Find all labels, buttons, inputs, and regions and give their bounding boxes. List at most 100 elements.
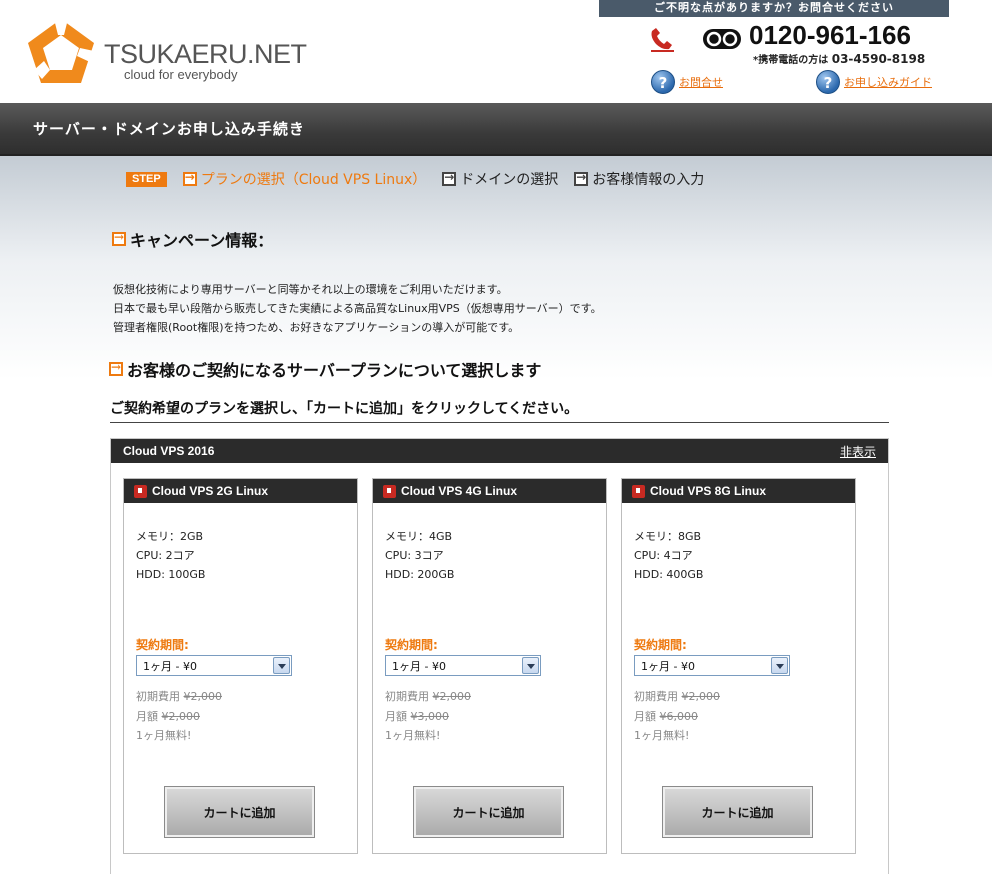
page-title: サーバー・ドメインお申し込み手続き [33, 120, 305, 138]
plan-specs: メモリ：8GB CPU: 4コア HDD: 400GB [634, 527, 703, 584]
plan-name: Cloud VPS 4G Linux [401, 484, 518, 498]
arrow-right-icon [112, 230, 126, 246]
phone-icon [651, 28, 674, 52]
add-to-cart-button[interactable]: カートに追加 [164, 786, 315, 838]
step-customer-info: お客様情報の入力 [574, 169, 704, 189]
spec-cpu: CPU: 3コア [385, 549, 444, 562]
mobile-number-line: *携帯電話の方は 03-4590-8198 [753, 51, 925, 66]
spec-memory: メモリ：8GB [634, 530, 702, 543]
initial-fee-price: ¥2,000 [432, 690, 472, 703]
promo-text: 1ヶ月無料! [136, 729, 192, 742]
contract-period-value: 1ヶ月 - ¥0 [143, 659, 197, 673]
contract-period-label: 契約期間: [385, 638, 438, 652]
chevron-down-icon[interactable] [273, 657, 290, 674]
initial-fee-label: 初期費用 [385, 690, 429, 703]
initial-fee-label: 初期費用 [136, 690, 180, 703]
contract-period-select[interactable]: 1ヶ月 - ¥0 [136, 655, 292, 676]
plan-specs: メモリ：4GB CPU: 3コア HDD: 200GB [385, 527, 454, 584]
spec-memory: メモリ：2GB [136, 530, 204, 543]
initial-fee-label: 初期費用 [634, 690, 678, 703]
campaign-description: 仮想化技術により専用サーバーと同等かそれ以上の環境をご利用いただけます。 日本で… [113, 280, 602, 337]
contract-period-value: 1ヶ月 - ¥0 [641, 659, 695, 673]
monthly-fee-price: ¥3,000 [410, 709, 450, 723]
add-to-cart-button[interactable]: カートに追加 [662, 786, 813, 838]
contract-period-label: 契約期間: [136, 638, 189, 652]
step-domain-selection: ドメインの選択 [442, 169, 558, 189]
logo-pentagon-icon [28, 19, 94, 83]
plan-card: Cloud VPS 8G Linux メモリ：8GB CPU: 4コア HDD:… [621, 478, 856, 854]
monthly-fee-label: 月額 [136, 709, 158, 723]
monthly-fee-label: 月額 [385, 709, 407, 723]
site-header: TSUKAERU.NET cloud for everybody ご不明な点があ… [0, 0, 992, 103]
arrow-right-icon [182, 170, 197, 186]
promo-text: 1ヶ月無料! [634, 729, 690, 742]
guide-link[interactable]: ? お申し込みガイド [816, 69, 932, 95]
flag-icon [134, 484, 147, 498]
campaign-line: 仮想化技術により専用サーバーと同等かそれ以上の環境をご利用いただけます。 [113, 283, 508, 296]
spec-cpu: CPU: 4コア [634, 549, 693, 562]
question-icon: ? [651, 70, 675, 94]
plan-instruction: ご契約希望のプランを選択し、「カートに追加」をクリックしてください。 [110, 401, 579, 417]
step-label: お客様情報の入力 [592, 172, 705, 188]
question-icon: ? [816, 70, 840, 94]
mobile-label: *携帯電話の方は [753, 55, 829, 66]
promo-text: 1ヶ月無料! [385, 729, 441, 742]
contact-link-label[interactable]: お問合せ [679, 74, 723, 90]
plan-pricing: 初期費用 ¥2,000 月額 ¥3,000 1ヶ月無料! [385, 687, 471, 746]
campaign-heading: キャンペーン情報： [112, 227, 273, 251]
plan-name: Cloud VPS 8G Linux [650, 484, 767, 498]
initial-fee: 初期費用 ¥2,000 [385, 687, 471, 707]
plan-section-heading-text: お客様のご契約になるサーバープランについて選択します [127, 361, 542, 380]
plan-card: Cloud VPS 2G Linux メモリ：2GB CPU: 2コア HDD:… [123, 478, 358, 854]
step-indicator: STEP プランの選択（Cloud VPS Linux） ドメインの選択 お客様… [126, 169, 720, 189]
plan-group-title: Cloud VPS 2016 [123, 444, 215, 458]
contact-link[interactable]: ? お問合せ [651, 69, 723, 95]
flag-icon [383, 484, 396, 498]
campaign-line: 管理者権限(Root権限)を持つため、お好きなアプリケーションの導入が可能です。 [113, 321, 520, 334]
spec-hdd: HDD: 100GB [136, 568, 206, 581]
step-label: ドメインの選択 [460, 172, 559, 188]
plan-card-header: Cloud VPS 4G Linux [373, 479, 606, 503]
inquiry-banner: ご不明な点がありますか？お問合せください [599, 0, 949, 17]
plan-card: Cloud VPS 4G Linux メモリ：4GB CPU: 3コア HDD:… [372, 478, 607, 854]
phone-number: 0120-961-166 [749, 20, 911, 50]
monthly-fee: 月額 ¥3,000 [385, 707, 471, 727]
chevron-down-icon[interactable] [771, 657, 788, 674]
guide-link-label[interactable]: お申し込みガイド [844, 74, 932, 90]
contract-period-label: 契約期間: [634, 638, 687, 652]
spec-memory: メモリ：4GB [385, 530, 453, 543]
campaign-line: 日本で最も早い段階から販売してきた実績による高品質なLinux用VPS（仮想専用… [113, 302, 602, 315]
hide-toggle-link[interactable]: 非表示 [840, 443, 876, 460]
site-logo[interactable]: TSUKAERU.NET cloud for everybody [24, 15, 307, 93]
plan-pricing: 初期費用 ¥2,000 月額 ¥2,000 1ヶ月無料! [136, 687, 222, 746]
contract-period-value: 1ヶ月 - ¥0 [392, 659, 446, 673]
spec-hdd: HDD: 200GB [385, 568, 455, 581]
freedial-icon [703, 29, 741, 49]
spec-cpu: CPU: 2コア [136, 549, 195, 562]
logo-tagline: cloud for everybody [124, 67, 238, 82]
arrow-right-icon [109, 360, 123, 376]
chevron-down-icon[interactable] [522, 657, 539, 674]
plan-group: Cloud VPS 2016 非表示 Cloud VPS 2G Linux メモ… [110, 438, 889, 874]
initial-fee-price: ¥2,000 [681, 690, 721, 703]
step-label: プランの選択（Cloud VPS Linux） [200, 172, 427, 188]
add-to-cart-button[interactable]: カートに追加 [413, 786, 564, 838]
plan-group-header: Cloud VPS 2016 非表示 [111, 439, 888, 463]
monthly-fee: 月額 ¥6,000 [634, 707, 720, 727]
plan-name: Cloud VPS 2G Linux [152, 484, 269, 498]
divider [110, 422, 889, 423]
monthly-fee-price: ¥6,000 [659, 709, 699, 723]
campaign-heading-text: キャンペーン情報： [130, 231, 274, 250]
arrow-right-icon [442, 170, 457, 186]
plan-pricing: 初期費用 ¥2,000 月額 ¥6,000 1ヶ月無料! [634, 687, 720, 746]
spec-hdd: HDD: 400GB [634, 568, 704, 581]
contract-period-select[interactable]: 1ヶ月 - ¥0 [385, 655, 541, 676]
initial-fee-price: ¥2,000 [183, 690, 223, 703]
step-plan-selection: プランの選択（Cloud VPS Linux） [182, 169, 427, 189]
initial-fee: 初期費用 ¥2,000 [634, 687, 720, 707]
monthly-fee-label: 月額 [634, 709, 656, 723]
monthly-fee-price: ¥2,000 [161, 709, 201, 723]
plan-section-heading: お客様のご契約になるサーバープランについて選択します [109, 357, 541, 381]
contract-period-select[interactable]: 1ヶ月 - ¥0 [634, 655, 790, 676]
monthly-fee: 月額 ¥2,000 [136, 707, 222, 727]
